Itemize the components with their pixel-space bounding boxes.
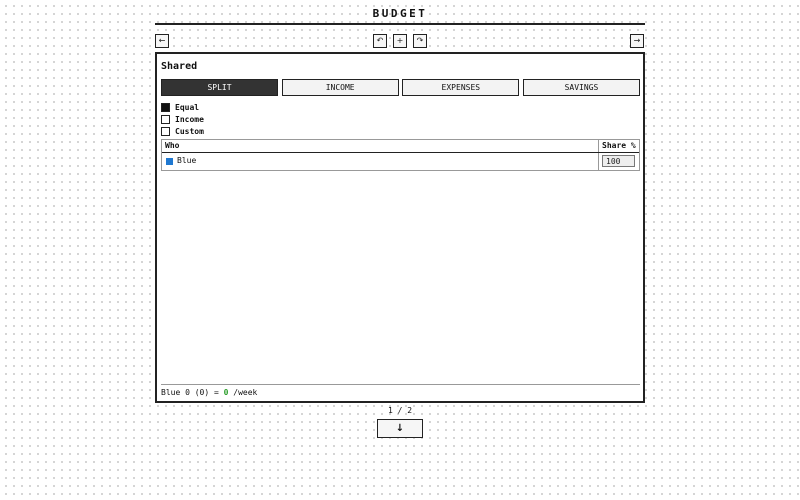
undo-icon: ↶ [376, 36, 384, 45]
arrow-left-icon: ← [158, 36, 166, 45]
column-header-share: Share % [598, 140, 639, 152]
summary-line: Blue 0 (0) = 0 /week [161, 388, 257, 397]
forward-button[interactable]: → [630, 34, 644, 48]
app-title: BUDGET [372, 7, 428, 20]
option-label: Equal [175, 102, 200, 112]
share-percent-input[interactable] [602, 155, 635, 167]
split-option-equal[interactable]: Equal [161, 102, 199, 112]
tab-split[interactable]: SPLIT [161, 79, 278, 96]
share-table: Who Share % Blue [161, 139, 640, 171]
page-indicator: 1 / 2 [387, 406, 413, 415]
split-option-custom[interactable]: Custom [161, 126, 204, 136]
scroll-down-button[interactable]: ↓ [377, 419, 423, 438]
arrow-right-icon: → [633, 36, 641, 45]
summary-prefix: Blue 0 (0) = [161, 388, 224, 397]
checkbox-unchecked[interactable] [161, 126, 170, 136]
footer-divider [161, 384, 640, 385]
table-row: Blue [162, 153, 639, 170]
add-button[interactable]: + [393, 34, 407, 48]
summary-suffix: /week [228, 388, 258, 397]
column-header-who: Who [165, 141, 180, 150]
color-swatch [166, 158, 173, 165]
redo-icon: ↷ [416, 36, 424, 45]
option-label: Custom [175, 126, 204, 136]
panel-title: Shared [161, 61, 198, 72]
arrow-down-icon: ↓ [395, 423, 405, 434]
plus-icon: + [396, 36, 404, 45]
share-cell [598, 153, 640, 170]
tab-expenses[interactable]: EXPENSES [402, 79, 520, 96]
tab-savings[interactable]: SAVINGS [522, 79, 640, 96]
back-button[interactable]: ← [155, 34, 169, 48]
tab-income[interactable]: INCOME [281, 79, 399, 96]
redo-button[interactable]: ↷ [413, 34, 427, 48]
table-header: Who Share % [162, 140, 639, 153]
split-option-income[interactable]: Income [161, 114, 204, 124]
budget-panel: Shared SPLIT INCOME EXPENSES SAVINGS Equ… [155, 52, 645, 403]
member-name: Blue [177, 156, 197, 165]
title-divider [155, 23, 645, 25]
tab-bar: SPLIT INCOME EXPENSES SAVINGS [161, 79, 640, 96]
undo-button[interactable]: ↶ [373, 34, 387, 48]
checkbox-checked[interactable] [161, 102, 170, 112]
option-label: Income [175, 114, 204, 124]
checkbox-unchecked[interactable] [161, 114, 170, 124]
